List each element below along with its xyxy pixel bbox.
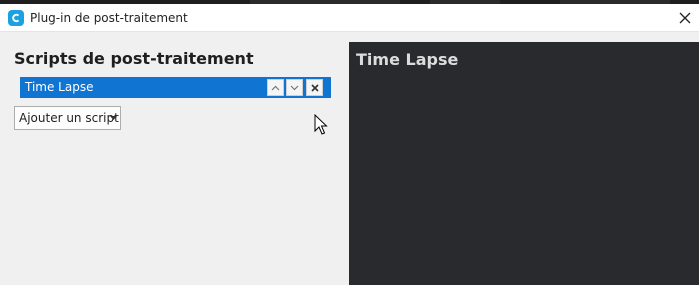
title-bar: Plug-in de post-traitement — [0, 4, 699, 32]
remove-script-button[interactable] — [306, 79, 323, 96]
cura-icon — [8, 10, 24, 26]
move-up-button[interactable] — [267, 79, 284, 96]
close-icon — [679, 12, 691, 24]
dialog-content: Scripts de post-traitement Time Lapse Aj… — [0, 32, 699, 285]
script-list-item[interactable]: Time Lapse — [20, 77, 331, 98]
close-button[interactable] — [671, 4, 699, 32]
settings-heading: Time Lapse — [356, 50, 459, 69]
script-label: Time Lapse — [25, 80, 94, 94]
move-down-icon — [290, 85, 299, 90]
mouse-cursor-icon — [314, 114, 328, 135]
dropdown-arrow-icon — [110, 116, 117, 120]
add-script-label: Ajouter un script — [19, 111, 119, 125]
move-down-button[interactable] — [286, 79, 303, 96]
move-up-icon — [271, 85, 280, 90]
script-settings-panel: Time Lapse — [349, 42, 699, 285]
add-script-button[interactable]: Ajouter un script — [14, 106, 121, 130]
scripts-heading: Scripts de post-traitement — [14, 49, 254, 68]
remove-icon — [310, 83, 319, 92]
window-title: Plug-in de post-traitement — [30, 11, 188, 25]
